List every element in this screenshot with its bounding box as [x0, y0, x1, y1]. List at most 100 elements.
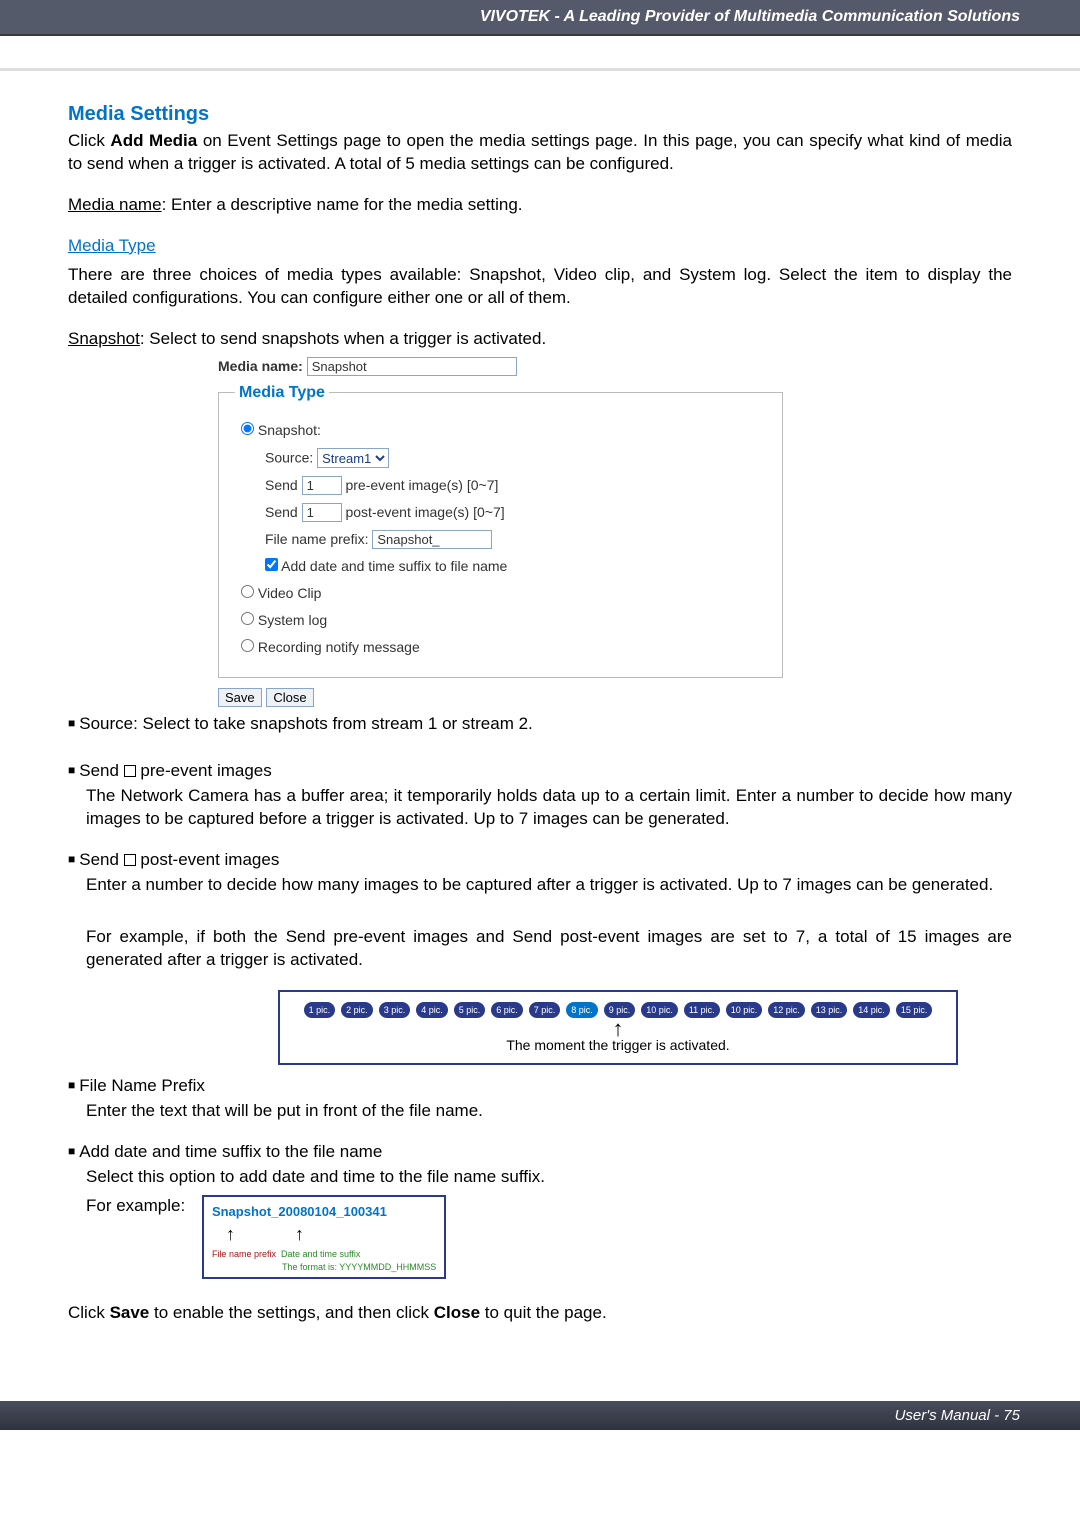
- post-event-row: Send post-event image(s) [0~7]: [265, 503, 766, 522]
- media-name-input[interactable]: [307, 357, 517, 376]
- text: File Name Prefix: [79, 1076, 205, 1095]
- section-title: Media Settings: [68, 101, 1012, 128]
- bullet-file-prefix-title: ■ File Name Prefix: [68, 1075, 1012, 1098]
- prefix-legend: File name prefix: [212, 1249, 276, 1259]
- snapshot-line: Snapshot: Select to send snapshots when …: [68, 328, 1012, 351]
- bullet-add-suffix-desc: Select this option to add date and time …: [86, 1166, 1012, 1189]
- pre-event-input[interactable]: [302, 476, 342, 495]
- add-suffix-checkbox[interactable]: [265, 558, 278, 571]
- source-select[interactable]: Stream1: [317, 448, 389, 468]
- media-name-label: Media name: [68, 195, 162, 214]
- header-bar: VIVOTEK - A Leading Provider of Multimed…: [0, 0, 1080, 36]
- for-example-row: For example: Snapshot_20080104_100341 ↑↑…: [86, 1195, 1012, 1279]
- pic-pill: 7 pic.: [529, 1002, 561, 1018]
- diagram-caption: The moment the trigger is activated.: [288, 1036, 948, 1055]
- text: Send: [79, 761, 123, 780]
- datetime-legend: Date and time suffix: [281, 1249, 360, 1259]
- format-line: The format is: YYYYMMDD_HHMMSS: [282, 1261, 436, 1273]
- pic-pill: 15 pic.: [896, 1002, 933, 1018]
- media-name-line: Media name: Enter a descriptive name for…: [68, 194, 1012, 217]
- filename-example-box: Snapshot_20080104_100341 ↑↑ File name pr…: [202, 1195, 446, 1279]
- empty-box-icon: [124, 854, 136, 866]
- text: Click: [68, 131, 110, 150]
- example-15-desc: For example, if both the Send pre-event …: [86, 926, 1012, 972]
- prefix-label: File name prefix:: [265, 531, 368, 547]
- save-word: Save: [110, 1303, 150, 1322]
- source-label: Source:: [265, 450, 313, 466]
- snapshot-radio-label: Snapshot:: [258, 422, 321, 438]
- bullet-post-desc: Enter a number to decide how many images…: [86, 874, 1012, 897]
- header-title: VIVOTEK - A Leading Provider of Multimed…: [480, 8, 1020, 25]
- pic-pill: 8 pic.: [566, 1002, 598, 1018]
- snapshot-radio-row: Snapshot:: [241, 421, 766, 440]
- bullet-add-suffix-title: ■Add date and time suffix to the file na…: [68, 1141, 1012, 1164]
- pic-pill: 13 pic.: [811, 1002, 848, 1018]
- media-type-heading-text: Media Type: [68, 236, 156, 255]
- pic-pill: 11 pic.: [684, 1002, 720, 1018]
- recording-notify-radio[interactable]: [241, 639, 254, 652]
- video-clip-label: Video Clip: [258, 585, 322, 601]
- media-form: Media name: Media Type Snapshot: Source:…: [218, 357, 783, 678]
- text: Source: Select to take snapshots from st…: [79, 714, 533, 733]
- pic-pill: 10 pic.: [641, 1002, 678, 1018]
- snapshot-label: Snapshot: [68, 329, 140, 348]
- bullet-pre-title: ■ Send pre-event images: [68, 760, 1012, 783]
- arrow-row: ↑↑: [226, 1222, 436, 1246]
- footer-bar: User's Manual - 75: [0, 1401, 1080, 1430]
- media-name-row: Media name:: [218, 357, 783, 376]
- media-type-fieldset: Media Type Snapshot: Source: Stream1 Sen…: [218, 382, 783, 678]
- text: Send: [79, 850, 123, 869]
- system-log-radio[interactable]: [241, 612, 254, 625]
- text: post-event images: [136, 850, 280, 869]
- recording-notify-radio-row: Recording notify message: [241, 638, 766, 657]
- close-word: Close: [434, 1303, 480, 1322]
- recording-notify-label: Recording notify message: [258, 639, 420, 655]
- text: Add date and time suffix to the file nam…: [79, 1142, 382, 1161]
- pre-suffix-label: pre-event image(s) [0~7]: [345, 477, 498, 493]
- bullet-icon: ■: [68, 763, 75, 777]
- prefix-row: File name prefix:: [265, 530, 766, 549]
- pic-pill: 4 pic.: [416, 1002, 448, 1018]
- bullet-icon: ■: [68, 716, 75, 730]
- media-type-heading: Media Type: [68, 235, 1012, 258]
- bullet-pre-desc: The Network Camera has a buffer area; it…: [86, 785, 1012, 831]
- pic-pill: 14 pic.: [853, 1002, 890, 1018]
- media-type-desc: There are three choices of media types a…: [68, 264, 1012, 310]
- post-suffix-label: post-event image(s) [0~7]: [345, 504, 504, 520]
- bullet-icon: ■: [68, 1078, 75, 1092]
- example-labels: File name prefix Date and time suffix: [212, 1248, 436, 1260]
- save-button[interactable]: Save: [218, 688, 262, 707]
- snapshot-radio[interactable]: [241, 422, 254, 435]
- text: Click: [68, 1303, 110, 1322]
- file-prefix-input[interactable]: [372, 530, 492, 549]
- for-example-label: For example:: [86, 1196, 185, 1215]
- footer-text: User's Manual - 75: [895, 1407, 1020, 1424]
- text: pre-event images: [136, 761, 272, 780]
- pic-pill: 2 pic.: [341, 1002, 373, 1018]
- add-media-label: Add Media: [110, 131, 197, 150]
- system-log-radio-row: System log: [241, 611, 766, 630]
- video-clip-radio[interactable]: [241, 585, 254, 598]
- source-row: Source: Stream1: [265, 448, 766, 468]
- pic-pill: 3 pic.: [379, 1002, 411, 1018]
- post-event-input[interactable]: [302, 503, 342, 522]
- bullet-file-prefix-desc: Enter the text that will be put in front…: [86, 1100, 1012, 1123]
- send-label: Send: [265, 477, 298, 493]
- pic-pill: 1 pic.: [304, 1002, 336, 1018]
- bullet-post-title: ■Send post-event images: [68, 849, 1012, 872]
- image-sequence-diagram: 1 pic.2 pic.3 pic.4 pic.5 pic.6 pic.7 pi…: [278, 990, 958, 1065]
- text: to enable the settings, and then click: [149, 1303, 433, 1322]
- arrow-up-icon: ↑: [288, 1022, 948, 1036]
- pic-pill: 10 pic.: [726, 1002, 763, 1018]
- add-suffix-row: Add date and time suffix to file name: [265, 557, 766, 576]
- text: : Enter a descriptive name for the media…: [162, 195, 523, 214]
- system-log-label: System log: [258, 612, 327, 628]
- close-button[interactable]: Close: [266, 688, 313, 707]
- text: to quit the page.: [480, 1303, 607, 1322]
- intro-paragraph: Click Add Media on Event Settings page t…: [68, 130, 1012, 176]
- bullet-source: ■ Source: Select to take snapshots from s…: [68, 713, 1012, 736]
- pic-pill: 6 pic.: [491, 1002, 523, 1018]
- page-content: Media Settings Click Add Media on Event …: [0, 71, 1080, 1353]
- pic-pill: 12 pic.: [768, 1002, 805, 1018]
- snapshot-settings: Source: Stream1 Send pre-event image(s) …: [265, 448, 766, 576]
